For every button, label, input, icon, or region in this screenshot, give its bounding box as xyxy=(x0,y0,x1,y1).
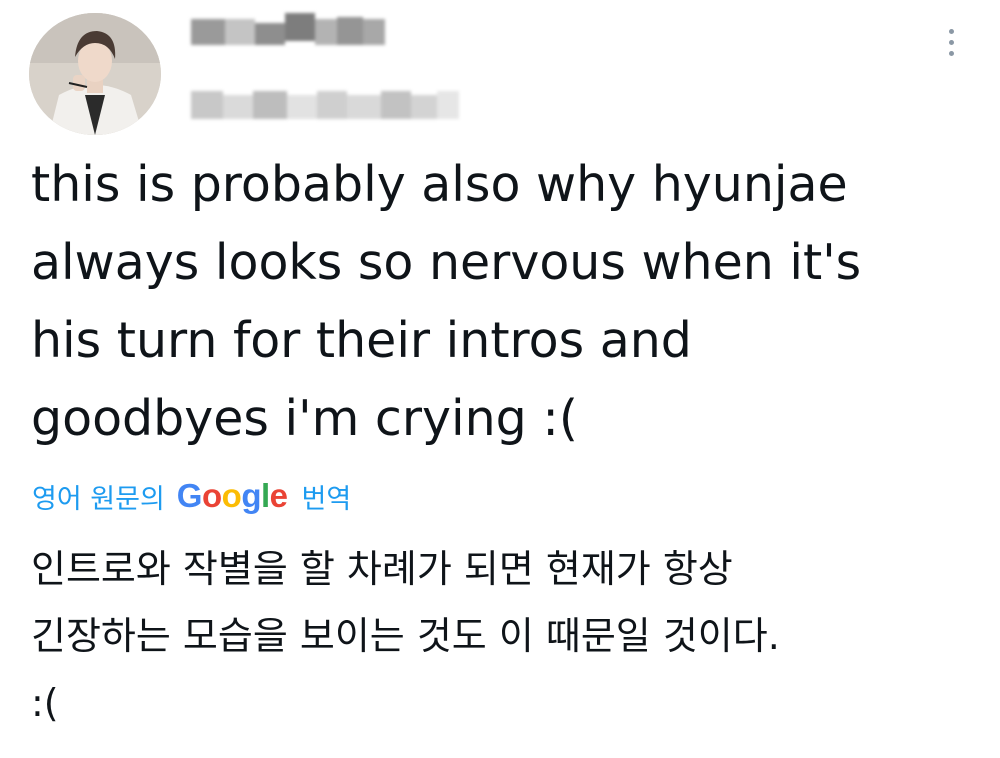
google-logo-letter: G xyxy=(176,477,203,514)
tweet-text: this is probably also why hyunjae always… xyxy=(31,156,862,447)
author-avatar[interactable] xyxy=(29,13,161,135)
google-logo-letter: o xyxy=(201,477,222,514)
more-dot xyxy=(948,28,954,34)
google-logo-letter: g xyxy=(241,477,261,514)
google-logo-letter: l xyxy=(260,477,270,514)
more-options-icon[interactable] xyxy=(938,24,964,60)
tweet: this is probably also why hyunjae always… xyxy=(0,0,1000,758)
google-logo-letter: o xyxy=(221,477,242,514)
more-dot xyxy=(948,39,954,45)
google-logo: Google xyxy=(177,477,288,515)
more-dot xyxy=(948,50,954,56)
avatar-photo-icon xyxy=(29,13,161,135)
translate-tweet-link[interactable]: 영어 원문의 Google 번역 xyxy=(32,474,351,518)
author-handle-redacted xyxy=(191,87,459,123)
google-logo-letter: e xyxy=(269,477,288,514)
translated-tweet-text: 인트로와 작별을 할 차례가 되면 현재가 항상 긴장하는 모습을 보이는 것도… xyxy=(31,547,780,725)
translate-lead-label: 영어 원문의 xyxy=(32,483,165,515)
translate-action-label: 번역 xyxy=(301,483,352,515)
author-display-name-redacted xyxy=(191,13,385,51)
